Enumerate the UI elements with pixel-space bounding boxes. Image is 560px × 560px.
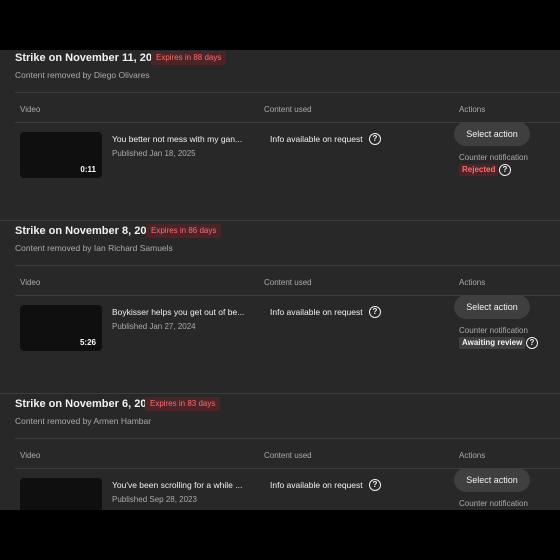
help-icon[interactable]: ? — [369, 133, 381, 145]
strike-card: Strike on November 8, 2025 Expires in 86… — [0, 223, 560, 395]
strike-header: Strike on November 6, 2025 Expires in 83… — [15, 396, 555, 436]
counter-notification-label: Counter notification — [459, 326, 528, 335]
column-header-video: Video — [20, 451, 41, 460]
counter-notification-label: Counter notification — [459, 153, 528, 162]
column-header-actions: Actions — [459, 105, 486, 114]
content-removed-by: Content removed by Diego Olivares — [15, 70, 150, 80]
content-used-text: Info available on request — [270, 307, 363, 317]
video-title[interactable]: You better not mess with my gan... — [112, 134, 252, 144]
help-icon[interactable]: ? — [369, 306, 381, 318]
column-header-content-used: Content used — [264, 451, 312, 460]
select-action-button[interactable]: Select action — [454, 295, 530, 319]
strike-header: Strike on November 11, 2025 Expires in 8… — [15, 50, 555, 90]
status-badge: Rejected — [459, 164, 499, 176]
video-thumbnail[interactable]: 5:26 — [20, 305, 102, 351]
column-header-actions: Actions — [459, 278, 486, 287]
divider — [15, 265, 560, 266]
content-used-text: Info available on request — [270, 480, 363, 490]
section-divider — [0, 393, 560, 394]
video-thumbnail[interactable]: 0:11 — [20, 132, 102, 178]
published-date: Published Sep 28, 2023 — [112, 495, 197, 504]
divider — [15, 92, 560, 93]
strike-card: Strike on November 11, 2025 Expires in 8… — [0, 50, 560, 222]
column-header-video: Video — [20, 105, 41, 114]
help-icon[interactable]: ? — [526, 337, 538, 349]
strike-table: Video Content used Actions You've been s… — [0, 438, 560, 510]
strike-header: Strike on November 8, 2025 Expires in 86… — [15, 223, 555, 263]
video-duration: 0:11 — [80, 165, 96, 174]
select-action-button[interactable]: Select action — [454, 122, 530, 146]
section-divider — [0, 220, 560, 221]
strike-title: Strike on November 8, 2025 — [15, 225, 159, 237]
copyright-strikes-panel: Strike on November 11, 2025 Expires in 8… — [0, 50, 560, 510]
expires-badge: Expires in 83 days — [145, 397, 221, 411]
video-duration: 5:26 — [79, 338, 96, 347]
video-thumbnail[interactable] — [20, 478, 102, 510]
expires-badge: Expires in 88 days — [151, 51, 227, 65]
help-icon[interactable]: ? — [369, 479, 381, 491]
select-action-button[interactable]: Select action — [454, 468, 530, 492]
expires-badge: Expires in 86 days — [146, 224, 222, 238]
strike-title: Strike on November 6, 2025 — [15, 398, 159, 410]
help-icon[interactable]: ? — [499, 164, 511, 176]
strike-title: Strike on November 11, 2025 — [15, 52, 165, 64]
video-title[interactable]: Boykisser helps you get out of be... — [112, 307, 252, 317]
strike-card: Strike on November 6, 2025 Expires in 83… — [0, 396, 560, 510]
content-removed-by: Content removed by Armen Hambar — [15, 416, 152, 426]
content-removed-by: Content removed by Ian Richard Samuels — [15, 243, 173, 253]
strike-table: Video Content used Actions 0:11 You bett… — [0, 92, 560, 222]
divider — [15, 438, 560, 439]
content-used-text: Info available on request — [270, 134, 363, 144]
counter-notification-label: Counter notification — [459, 499, 528, 508]
column-header-content-used: Content used — [264, 105, 312, 114]
video-title[interactable]: You've been scrolling for a while ... — [112, 480, 252, 490]
status-badge: Awaiting review — [459, 337, 526, 349]
published-date: Published Jan 18, 2025 — [112, 149, 196, 158]
column-header-video: Video — [20, 278, 41, 287]
column-header-content-used: Content used — [264, 278, 312, 287]
published-date: Published Jan 27, 2024 — [112, 322, 196, 331]
column-header-actions: Actions — [459, 451, 486, 460]
strike-table: Video Content used Actions 5:26 Boykisse… — [0, 265, 560, 395]
